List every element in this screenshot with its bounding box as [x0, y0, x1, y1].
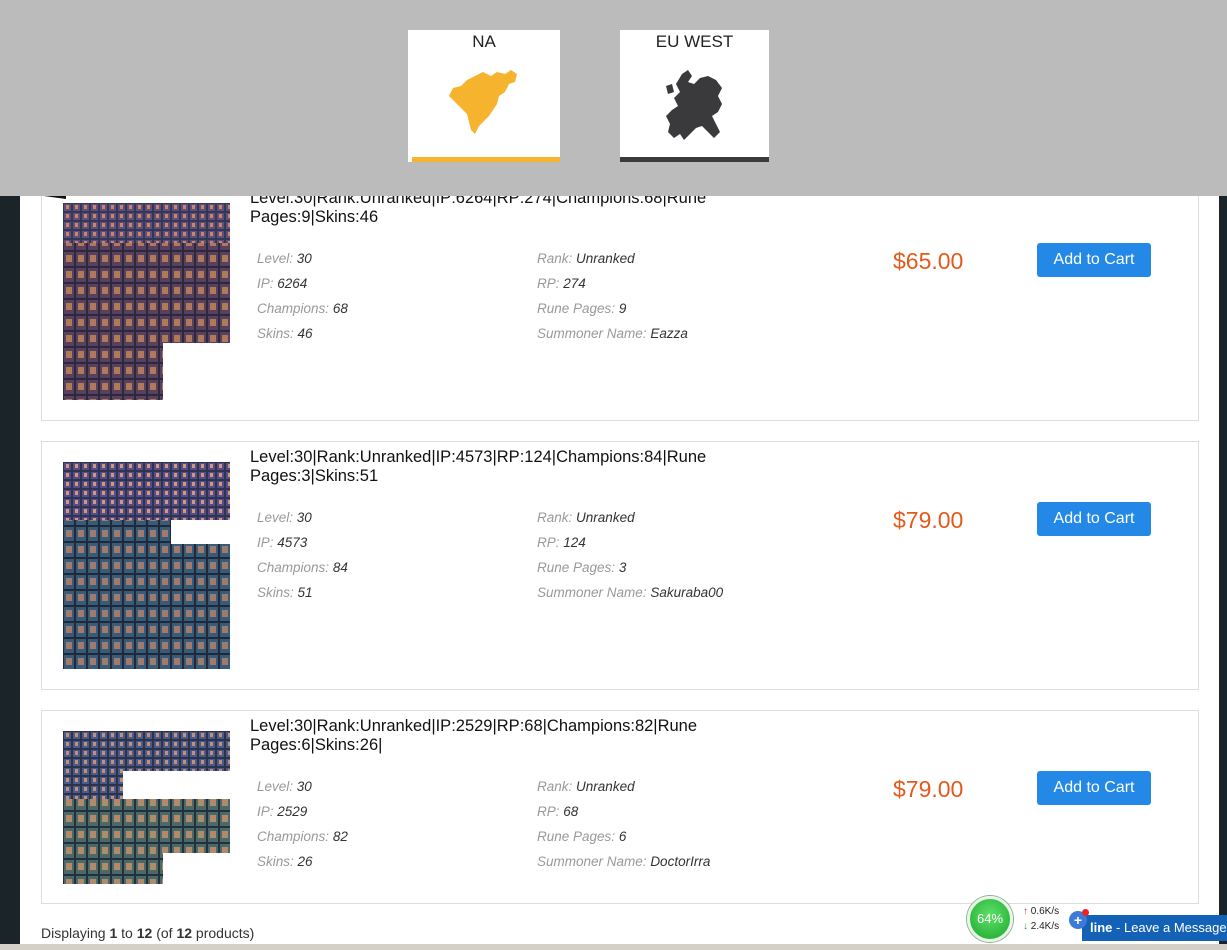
attr-rune-pages: Rune Pages: 6 [537, 829, 627, 844]
attr-rank: Rank: Unranked [537, 779, 635, 794]
product-title[interactable]: Level:30|Rank:Unranked|IP:4573|RP:124|Ch… [250, 448, 770, 486]
chat-text: - Leave a Message [1112, 920, 1227, 935]
product-card: Level:30|Rank:Unranked|IP:6264|RP:274|Ch… [41, 182, 1199, 421]
region-underline [620, 157, 769, 162]
upload-arrow-icon: ↑ [1023, 906, 1028, 917]
attr-rp: RP: 274 [537, 276, 586, 291]
region-tile-eu-west[interactable]: EU WEST [620, 30, 769, 162]
attr-rp: RP: 124 [537, 535, 586, 550]
plus-icon[interactable]: + [1069, 909, 1089, 929]
region-label: EU WEST [655, 32, 734, 51]
attr-level: Level: 30 [257, 251, 312, 266]
attr-ip: IP: 4573 [257, 535, 308, 550]
attr-skins: Skins: 46 [257, 326, 313, 341]
attr-champions: Champions: 82 [257, 829, 348, 844]
attr-skins: Skins: 26 [257, 854, 313, 869]
chat-status: line [1090, 920, 1113, 935]
champion-collage-image [63, 462, 230, 669]
attr-level: Level: 30 [257, 510, 312, 525]
memory-gauge[interactable]: 64% [967, 896, 1013, 942]
attr-champions: Champions: 68 [257, 301, 348, 316]
add-to-cart-button[interactable]: Add to Cart [1037, 243, 1151, 277]
attr-skins: Skins: 51 [257, 585, 313, 600]
attr-rune-pages: Rune Pages: 9 [537, 301, 627, 316]
attr-rune-pages: Rune Pages: 3 [537, 560, 627, 575]
product-price: $65.00 [893, 248, 964, 274]
product-title[interactable]: Level:30|Rank:Unranked|IP:2529|RP:68|Cha… [250, 717, 770, 755]
product-card: Level:30|Rank:Unranked|IP:4573|RP:124|Ch… [41, 441, 1199, 690]
pagination-summary: Displaying 1 to 12 (of 12 products) [41, 925, 255, 941]
attr-summoner-name: Summoner Name: Sakuraba00 [537, 585, 724, 600]
attr-champions: Champions: 84 [257, 560, 348, 575]
download-speed: 2.4K/s [1030, 921, 1060, 932]
europe-map-icon [620, 68, 769, 149]
pointer-arrow [44, 196, 66, 199]
add-to-cart-button[interactable]: Add to Cart [1037, 502, 1151, 536]
network-speeds: ↑ 0.6K/s ↓ 2.4K/s [1019, 904, 1076, 934]
attr-ip: IP: 6264 [257, 276, 308, 291]
attr-rank: Rank: Unranked [537, 510, 635, 525]
attr-rank: Rank: Unranked [537, 251, 635, 266]
region-tile-na[interactable]: NA [408, 30, 560, 162]
product-price: $79.00 [893, 507, 964, 533]
north-america-map-icon [408, 68, 560, 145]
attr-level: Level: 30 [257, 779, 312, 794]
attr-ip: IP: 2529 [257, 804, 308, 819]
region-selector: NA EU WEST [0, 0, 1227, 196]
champion-collage-image [63, 731, 230, 884]
download-arrow-icon: ↓ [1023, 921, 1028, 932]
region-label: NA [472, 32, 496, 51]
upload-speed: 0.6K/s [1030, 906, 1060, 917]
champion-collage-image [63, 203, 230, 400]
region-underline [412, 157, 560, 162]
live-chat-bar[interactable]: line - Leave a Message [1082, 915, 1227, 941]
attr-summoner-name: Summoner Name: Eazza [537, 326, 688, 341]
network-monitor-widget[interactable]: 64% ↑ 0.6K/s ↓ 2.4K/s + [967, 896, 1093, 946]
product-card: Level:30|Rank:Unranked|IP:2529|RP:68|Cha… [41, 710, 1199, 904]
add-to-cart-button[interactable]: Add to Cart [1037, 771, 1151, 805]
attr-summoner-name: Summoner Name: DoctorIrra [537, 854, 711, 869]
attr-rp: RP: 68 [537, 804, 579, 819]
product-price: $79.00 [893, 776, 964, 802]
